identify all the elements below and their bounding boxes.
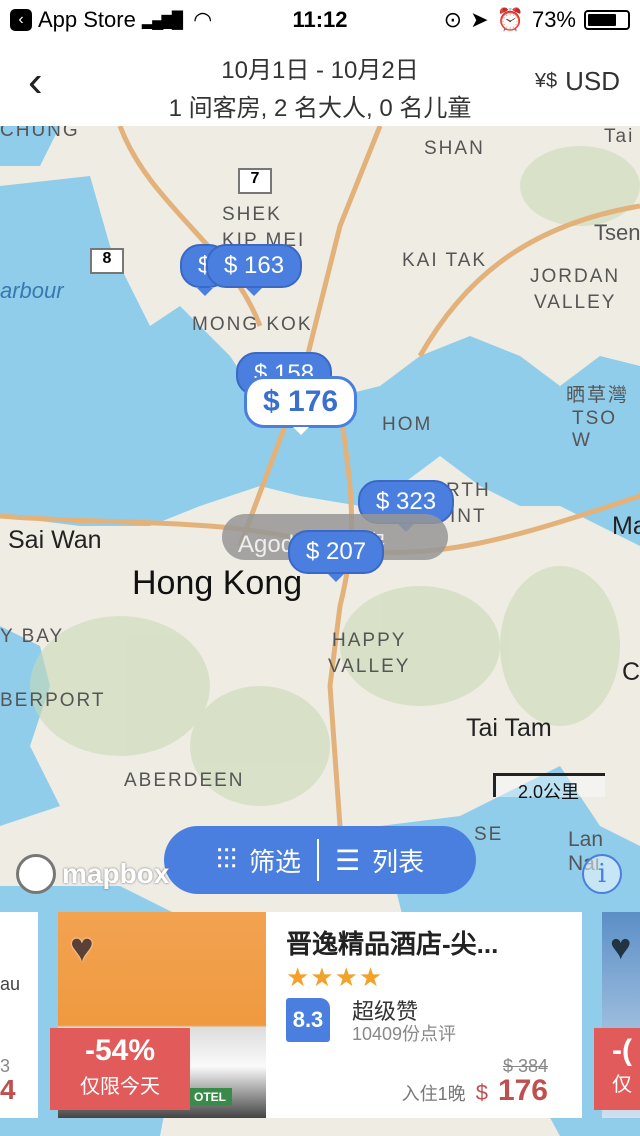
map-label: SHEK [222, 204, 282, 225]
map-label: Y BAY [0, 626, 65, 647]
price-marker[interactable]: $ 207 [288, 530, 385, 582]
currency-button[interactable]: ¥$ USD [535, 66, 620, 97]
heart-icon[interactable]: ♥ [70, 926, 94, 971]
road-number: 7 [238, 168, 272, 194]
map-label: HAPPY [332, 630, 407, 651]
price-row: 入住1晚 $ 176 [402, 1074, 548, 1108]
card-fragment: 4 [0, 1074, 16, 1105]
price-amount: 176 [497, 1074, 548, 1107]
road-number: 8 [90, 248, 124, 274]
map-label: Hong Kong [132, 564, 303, 602]
map-scale: 2.0公里 [493, 773, 605, 802]
map-label: Tsen [594, 220, 640, 245]
map-label: C [622, 658, 640, 686]
discount-label: 仅限今天 [80, 1076, 160, 1098]
map-label: MONG KOK [192, 314, 313, 335]
price-marker[interactable]: $ 163 [206, 244, 303, 296]
mapbox-text: mapbox [62, 858, 170, 889]
price-marker-selected[interactable]: $ 176 [244, 376, 358, 435]
photo-sign: OTEL [188, 1088, 232, 1106]
map-label: TSO W [572, 408, 618, 451]
currency-exchange-icon: ¥$ [534, 70, 558, 92]
map-label: Sai Wan [8, 526, 102, 554]
back-app-label: App Store [38, 7, 136, 32]
battery-icon [584, 10, 630, 30]
map-label: ABERDEEN [124, 770, 245, 791]
heart-icon: ♥ [610, 926, 632, 967]
discount-percent: -54% [84, 1034, 156, 1067]
filter-button[interactable]: ⫶⫶⫶ 筛选 [200, 842, 317, 879]
map-label: JORDAN [530, 266, 621, 287]
map-label: BERPORT [0, 690, 106, 711]
clock: 11:12 [292, 7, 348, 32]
map-view[interactable]: CHUNG SHAN SHEK KIP MEI KAI TAK Tsen JOR… [0, 126, 640, 1136]
list-label: 列表 [372, 846, 425, 877]
sliders-icon: ⫶⫶⫶ [215, 843, 237, 875]
back-arrow-icon: ‹ [10, 9, 32, 31]
signal-icon: ▂▄▆█ [141, 12, 183, 29]
hotel-name: 晋逸精品酒店-尖... [286, 929, 499, 959]
map-label: Tai [604, 126, 635, 147]
hotel-card-next[interactable]: ♥ -( 仅 [594, 912, 640, 1118]
info-button[interactable]: i [582, 854, 622, 894]
per-night-label: 入住1晚 [401, 1084, 466, 1104]
back-to-app-store[interactable]: ‹ App Store ▂▄▆█ ◠ [10, 7, 212, 33]
map-label: VALLEY [328, 656, 411, 677]
map-label: KAI TAK [402, 250, 488, 271]
map-label: 晒草灣 [566, 385, 630, 406]
mapbox-logo[interactable]: mapbox [16, 854, 169, 894]
review-count: 10409份点评 [352, 1024, 457, 1044]
rotation-lock-icon: ⊙ [443, 7, 463, 32]
discount-badge: -54% 仅限今天 [50, 1028, 190, 1110]
card-fragment: 仅 [612, 1074, 632, 1096]
location-icon: ➤ [470, 7, 489, 32]
map-label: HOM [382, 414, 433, 435]
status-bar: ‹ App Store ▂▄▆█ ◠ 11:12 ⊙ ➤ ⏰ 73% [0, 0, 640, 40]
search-header: ‹ 10月1日 - 10月2日 1 间客房, 2 名大人, 0 名儿童 ¥$ US… [0, 40, 640, 126]
wifi-icon: ◠ [193, 7, 213, 32]
map-label: SHAN [424, 138, 485, 159]
card-fragment: au [0, 974, 21, 994]
map-label: VALLEY [534, 292, 617, 313]
battery-percent: 73% [531, 7, 576, 32]
star-rating: ★★★★ [286, 962, 384, 992]
map-label: SE [474, 824, 504, 845]
map-label: arbour [0, 278, 64, 303]
currency-label: USD [565, 66, 620, 96]
list-button[interactable]: ☰ 列表 [319, 842, 440, 879]
filter-label: 筛选 [248, 846, 301, 877]
mapbox-icon [16, 854, 56, 894]
hotel-card[interactable]: OTEL ♥ -54% 仅限今天 晋逸精品酒店-尖... ★★★★ 8.3 超级… [50, 912, 582, 1118]
list-icon: ☰ [334, 844, 361, 876]
review-score: 8.3 [286, 998, 330, 1042]
price-currency: $ [475, 1080, 488, 1105]
map-label: CHUNG [0, 126, 80, 141]
map-label: Ma [612, 512, 640, 540]
map-label: INT [450, 506, 487, 527]
map-toolbar: ⫶⫶⫶ 筛选 ☰ 列表 [164, 826, 476, 894]
hotel-card-previous[interactable]: au 3 4 [0, 912, 38, 1118]
map-label: Tai Tam [466, 714, 552, 742]
card-fragment: -( [612, 1034, 632, 1067]
alarm-icon: ⏰ [496, 7, 524, 32]
